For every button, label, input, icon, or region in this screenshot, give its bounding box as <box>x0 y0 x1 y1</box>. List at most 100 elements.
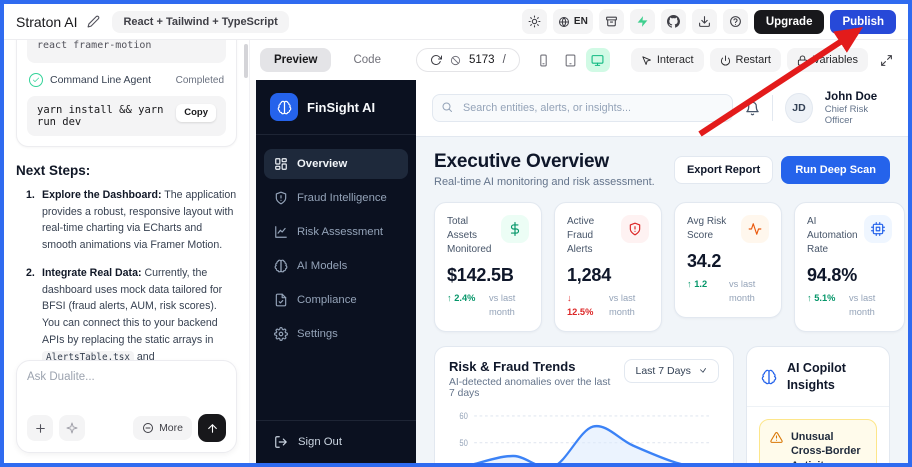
bell-icon <box>745 101 760 116</box>
dashboard-content: Executive Overview Real-time AI monitori… <box>416 137 908 463</box>
sidebar-item-label: Risk Assessment <box>297 226 384 238</box>
attach-button[interactable] <box>27 415 53 441</box>
header-divider <box>772 95 774 122</box>
step-item-2: 2. Integrate Real Data: Currently, the da… <box>26 265 237 371</box>
stat-label: Avg Risk Score <box>687 216 727 242</box>
next-steps-section: Next Steps: 1. Explore the Dashboard: The… <box>16 163 237 371</box>
chat-scrollbar[interactable] <box>244 44 248 78</box>
search-icon <box>441 101 453 113</box>
brain-icon <box>274 259 288 273</box>
theme-toggle-button[interactable] <box>521 9 547 34</box>
chat-composer: More <box>16 360 237 453</box>
restart-button[interactable]: Restart <box>709 48 781 72</box>
risk-trends-card: Risk & Fraud Trends AI-detected anomalie… <box>434 346 734 463</box>
preview-toolbar: Preview Code 5173 / Interact Restart Var… <box>250 40 908 80</box>
publish-button[interactable]: Publish <box>830 9 896 34</box>
avatar[interactable]: JD <box>785 93 813 124</box>
run-deep-scan-button[interactable]: Run Deep Scan <box>781 155 890 184</box>
tablet-view-button[interactable] <box>559 48 583 72</box>
bottom-row: Risk & Fraud Trends AI-detected anomalie… <box>434 346 890 463</box>
help-button[interactable] <box>722 9 748 34</box>
trend-arrow-icon: ↓ <box>567 293 572 304</box>
sidebar-item-compliance[interactable]: Compliance <box>264 285 408 315</box>
brain-icon <box>277 100 292 115</box>
enhance-prompt-button[interactable] <box>59 415 85 441</box>
dashboard-main: JD John Doe Chief Risk Officer Executi <box>416 80 908 463</box>
phone-icon <box>537 54 550 67</box>
upgrade-button[interactable]: Upgrade <box>753 9 825 34</box>
topbar-actions: EN Upgrade Publish <box>521 9 896 34</box>
gear-icon <box>274 327 288 341</box>
activity-pulse-icon <box>741 215 769 244</box>
preview-panel: Preview Code 5173 / Interact Restart Var… <box>250 40 908 463</box>
logout-icon <box>274 435 288 449</box>
edit-project-name-button[interactable] <box>87 15 100 28</box>
project-title: Straton AI <box>16 13 78 30</box>
stat-card-automation-rate: AI Automation Rate 94.8% ↑ 5.1% vs last m… <box>794 202 905 333</box>
desktop-app-button[interactable] <box>598 9 624 34</box>
slash-circle-icon <box>450 55 461 66</box>
refresh-icon[interactable] <box>430 54 442 66</box>
interact-button[interactable]: Interact <box>630 48 704 72</box>
time-range-dropdown[interactable]: Last 7 Days <box>624 359 719 384</box>
code-text: yarn add echarts echarts-for-react frame… <box>37 40 152 51</box>
sign-out-button[interactable]: Sign Out <box>256 420 416 463</box>
github-button[interactable] <box>660 9 686 34</box>
agent-status-row: Command Line Agent Completed <box>27 73 226 87</box>
page-subtitle: Real-time AI monitoring and risk assessm… <box>434 176 655 189</box>
sidebar-item-ai-models[interactable]: AI Models <box>264 251 408 281</box>
desktop-view-button[interactable] <box>585 48 610 72</box>
sidebar-item-risk-assessment[interactable]: Risk Assessment <box>264 217 408 247</box>
arrow-up-icon <box>206 422 219 435</box>
stat-label: Active Fraud Alerts <box>567 216 595 256</box>
delta-note: vs last month <box>849 293 876 317</box>
export-download-button[interactable] <box>691 9 717 34</box>
chat-input[interactable] <box>27 371 226 397</box>
copilot-title: AI Copilot Insights <box>786 361 846 392</box>
sidebar-item-label: Settings <box>297 328 338 340</box>
preview-viewport: FinSight AI Overview Fraud Intelligence … <box>250 80 908 463</box>
more-button[interactable]: More <box>133 416 192 440</box>
export-report-button[interactable]: Export Report <box>673 155 774 184</box>
archive-icon <box>605 15 618 28</box>
preview-actions: Interact Restart Variables <box>630 48 898 72</box>
tab-preview[interactable]: Preview <box>260 48 332 72</box>
delta-note: vs last month <box>729 279 756 303</box>
agent-name: Command Line Agent <box>50 74 151 86</box>
step-number: 2. <box>26 266 35 279</box>
sidebar-item-overview[interactable]: Overview <box>264 149 408 179</box>
sidebar-nav: Overview Fraud Intelligence Risk Assessm… <box>256 135 416 349</box>
interact-label: Interact <box>656 54 694 66</box>
user-name: John Doe <box>824 91 878 103</box>
mobile-view-button[interactable] <box>532 48 556 72</box>
chat-scroll-area[interactable]: yarn add echarts echarts-for-react frame… <box>4 40 249 371</box>
shield-alert-icon <box>274 191 288 205</box>
trends-title: Risk & Fraud Trends <box>449 359 576 375</box>
restart-label: Restart <box>735 54 771 66</box>
send-button[interactable] <box>198 414 226 442</box>
supabase-button[interactable] <box>629 9 655 34</box>
insight-card[interactable]: Unusual Cross-Border Activity AI model <box>758 418 877 463</box>
notifications-button[interactable] <box>745 101 760 116</box>
url-bar[interactable]: 5173 / <box>416 48 520 72</box>
delta-value: 2.4% <box>454 293 476 304</box>
sidebar-item-settings[interactable]: Settings <box>264 319 408 349</box>
sidebar-item-fraud-intelligence[interactable]: Fraud Intelligence <box>264 183 408 213</box>
port-number: 5173 <box>469 54 495 66</box>
language-button[interactable]: EN <box>552 9 593 34</box>
lock-icon <box>797 55 808 66</box>
search-input[interactable] <box>432 94 734 123</box>
file-check-icon <box>274 293 288 307</box>
url-path: / <box>502 54 506 66</box>
stack-badge: React + Tailwind + TypeScript <box>112 10 289 33</box>
copy-button[interactable]: Copy <box>176 104 216 122</box>
fullscreen-button[interactable] <box>874 48 898 72</box>
variables-button[interactable]: Variables <box>786 48 869 72</box>
device-toggle-group <box>532 48 610 72</box>
trends-line-chart: 605040 <box>459 411 712 463</box>
code-block-install-deps: yarn add echarts echarts-for-react frame… <box>27 40 226 63</box>
tab-code[interactable]: Code <box>339 48 395 72</box>
svg-text:60: 60 <box>459 411 468 422</box>
sidebar-item-label: Overview <box>297 158 348 170</box>
stat-delta: ↓ 12.5% <box>567 292 599 319</box>
